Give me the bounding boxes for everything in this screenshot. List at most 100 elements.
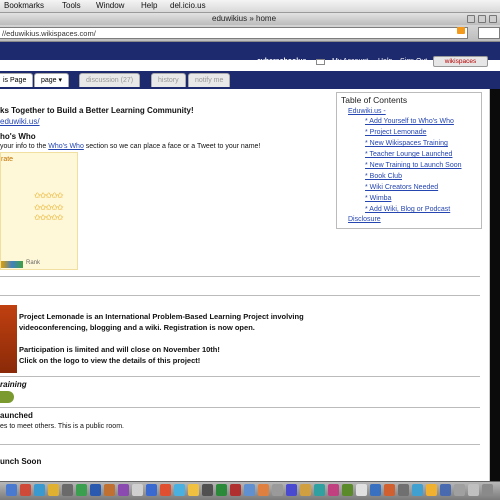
wikispaces-button[interactable]: wikispaces [433,56,488,67]
toc-item[interactable]: * Wimba [365,195,391,202]
heading-link[interactable]: eduwiki.us/ [0,117,40,126]
badge-footer: Rank [26,260,41,266]
badge-label: rate [1,156,14,163]
whos-who-link[interactable]: Who's Who [48,143,84,150]
window-title: eduwikius » home [212,14,277,23]
dock-app-icon[interactable] [48,484,59,496]
table-of-contents: Table of Contents Eduwiki.us - * Add You… [336,92,482,229]
stars-row-1: ✩✩✩✩✩ [34,191,63,200]
dock-app-icon[interactable] [384,484,395,496]
address-text: //eduwikius.wikispaces.com/ [2,29,96,38]
search-box[interactable] [478,27,500,39]
dock-app-icon[interactable] [342,484,353,496]
tab-history[interactable]: history [151,73,186,87]
stars-row-3: ✩✩✩✩✩ [34,213,63,222]
dock-app-icon[interactable] [454,484,465,496]
section-training: raining [0,380,27,389]
lemonade-logo[interactable] [0,305,17,373]
dock-app-icon[interactable] [90,484,101,496]
divider [0,407,480,408]
scrollbar[interactable] [490,89,500,481]
sign-out-link[interactable]: Sign Out [400,58,427,65]
tab-discussion[interactable]: discussion (27) [79,73,141,87]
address-row: //eduwikius.wikispaces.com/ [0,25,500,42]
my-account-link[interactable]: My Account [332,58,368,65]
dock-app-icon[interactable] [216,484,227,496]
dock-app-icon[interactable] [244,484,255,496]
whos-who-title: ho's Who [0,132,36,141]
toc-item[interactable]: * Project Lemonade [365,129,426,136]
whos-who-text: your info to the Who's Who section so we… [0,143,260,150]
launched-desc: es to meet others. This is a public room… [0,423,124,430]
tab-notify-me[interactable]: notify me [188,73,231,87]
dock-app-icon[interactable] [314,484,325,496]
window-titlebar: eduwikius » home [0,13,500,25]
whos-who-text-post: section so we can place a face or a Twee… [83,143,261,150]
toc-title: Table of Contents [341,95,408,105]
dock-app-icon[interactable] [202,484,213,496]
help-link[interactable]: Help [378,58,392,65]
username-link[interactable]: cyberschoolus [257,58,306,65]
divider [0,276,480,277]
menu-window[interactable]: Window [96,1,124,10]
toc-item[interactable]: Eduwiki.us - [348,108,386,115]
toc-item[interactable]: * Teacher Lounge Launched [365,151,452,158]
badge-logo-icon [1,261,23,268]
dock-app-icon[interactable] [20,484,31,496]
dock-app-icon[interactable] [118,484,129,496]
trash-icon[interactable] [482,484,493,496]
dock-app-icon[interactable] [468,484,479,496]
rating-badge[interactable]: rate ✩✩✩✩✩ ✩✩✩✩✩ ✩✩✩✩✩ Rank [0,152,78,270]
toc-item[interactable]: * Book Club [365,173,402,180]
training-logo-icon[interactable] [0,391,14,403]
toc-item[interactable]: Disclosure [348,216,381,223]
dock-app-icon[interactable] [272,484,283,496]
dock-app-icon[interactable] [356,484,367,496]
dock-app-icon[interactable] [440,484,451,496]
dock-app-icon[interactable] [104,484,115,496]
page-heading: ks Together to Build a Better Learning C… [0,106,194,115]
rss-icon[interactable] [457,27,465,34]
lemonade-text-4: Click on the logo to view the details of… [19,356,201,365]
dock-app-icon[interactable] [412,484,423,496]
maximize-icon[interactable] [478,15,486,23]
menu-bookmarks[interactable]: Bookmarks [4,1,44,10]
dock-app-icon[interactable] [328,484,339,496]
divider [0,376,480,377]
lemonade-text-3: Participation is limited and will close … [19,345,220,354]
dock-app-icon[interactable] [300,484,311,496]
dock-app-icon[interactable] [370,484,381,496]
dock-app-icon[interactable] [426,484,437,496]
dock-app-icon[interactable] [188,484,199,496]
address-bar[interactable]: //eduwikius.wikispaces.com/ [0,27,468,39]
close-icon[interactable] [489,15,497,23]
dock-app-icon[interactable] [174,484,185,496]
toc-item[interactable]: * Wiki Creators Needed [365,184,438,191]
dock-app-icon[interactable] [398,484,409,496]
tab-bar [0,71,500,89]
dock-app-icon[interactable] [258,484,269,496]
dock-app-icon[interactable] [160,484,171,496]
dock-app-icon[interactable] [76,484,87,496]
dock-app-icon[interactable] [286,484,297,496]
toc-item[interactable]: * New Training to Launch Soon [365,162,462,169]
dock-app-icon[interactable] [132,484,143,496]
dock-app-icon[interactable] [230,484,241,496]
tab-this-page[interactable]: is Page [0,73,34,87]
divider [0,295,480,296]
minimize-icon[interactable] [467,15,475,23]
mail-icon[interactable] [316,59,325,65]
toc-item[interactable]: * Add Wiki, Blog or Podcast [365,206,450,213]
menu-tools[interactable]: Tools [62,1,81,10]
toc-item[interactable]: * Add Yourself to Who's Who [365,118,454,125]
menu-help[interactable]: Help [141,1,157,10]
lemonade-text-2: videoconferencing, blogging and a wiki. … [19,323,255,332]
finder-icon[interactable] [6,484,17,496]
section-launch-soon: unch Soon [0,457,42,466]
tab-page[interactable]: page ▾ [34,73,70,87]
dock-app-icon[interactable] [146,484,157,496]
dock-app-icon[interactable] [62,484,73,496]
toc-item[interactable]: * New Wikispaces Training [365,140,448,147]
menu-delicious[interactable]: del.icio.us [170,1,206,10]
dock-app-icon[interactable] [34,484,45,496]
